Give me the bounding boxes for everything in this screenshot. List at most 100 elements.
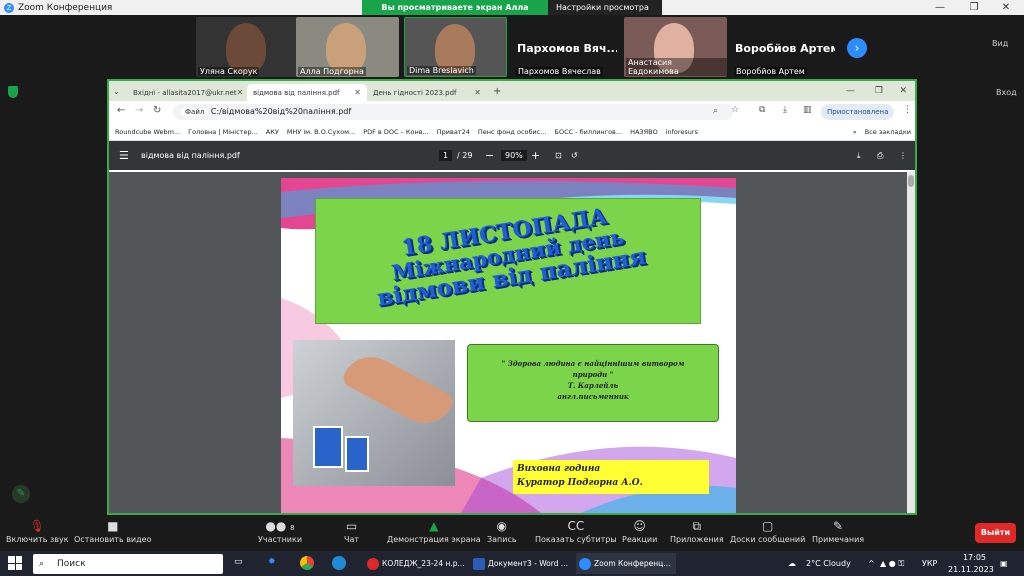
bookmark-item[interactable]: PDF в DOC – Конв... bbox=[363, 128, 429, 136]
copilot-icon[interactable]: ✸ bbox=[268, 557, 276, 567]
bookmark-item[interactable]: inforesurs bbox=[666, 128, 698, 136]
taskbar-app-zoom[interactable]: Zoom Конференц... bbox=[576, 553, 676, 574]
url-input[interactable]: Файл C:/відмова%20від%20паління.pdf bbox=[173, 104, 733, 120]
star-icon[interactable]: ☆ bbox=[731, 105, 739, 115]
bookmark-item[interactable]: Пенс фонд особис... bbox=[478, 128, 547, 136]
notifications-icon[interactable]: ▣ bbox=[1000, 551, 1008, 576]
chrome-icon[interactable] bbox=[300, 556, 314, 570]
reactions-button[interactable]: ☺ Реакции bbox=[622, 517, 657, 544]
participant-tile[interactable]: Уляна Скорук bbox=[196, 17, 299, 77]
close-icon[interactable]: ✕ bbox=[994, 0, 1018, 15]
quote-scroll: " Здорова людина є найціннішим витвором … bbox=[467, 344, 719, 422]
page-total: / 29 bbox=[457, 151, 473, 160]
record-button[interactable]: ◉ Запись bbox=[487, 517, 517, 544]
subtitles-button[interactable]: CC Показать субтитры bbox=[535, 517, 617, 544]
page-number-input[interactable]: 1 bbox=[439, 150, 453, 161]
pdf-viewport: 18 ЛИСТОПАДА Міжнародний день відмови ві… bbox=[109, 172, 915, 513]
new-tab-icon[interactable]: + bbox=[493, 86, 501, 97]
language-indicator[interactable]: УКР bbox=[922, 551, 937, 576]
participant-video bbox=[226, 23, 266, 73]
close-tab-icon[interactable]: ✕ bbox=[354, 88, 361, 97]
bookmark-item[interactable]: АКУ bbox=[266, 128, 279, 136]
participant-tile[interactable]: Пархомов Вяч... Пархомов Вячеслав bbox=[514, 17, 617, 77]
tray-icons[interactable]: ▲ ● ⚿ bbox=[880, 551, 904, 576]
maximize-icon[interactable]: ❐ bbox=[875, 86, 883, 96]
view-settings-dropdown[interactable]: Настройки просмотра bbox=[548, 0, 662, 15]
notes-button[interactable]: ✎ Примечания bbox=[812, 517, 864, 544]
all-bookmarks[interactable]: Все закладки bbox=[865, 128, 911, 136]
tab-search-icon[interactable]: ⌄ bbox=[113, 87, 127, 96]
unmute-button[interactable]: 🎙 Включить звук bbox=[6, 517, 69, 544]
profile-button[interactable]: Приостановлена bbox=[821, 104, 895, 120]
tab-inbox[interactable]: Вхідні - allasita2017@ukr.net ✕ bbox=[127, 84, 247, 101]
forward-icon[interactable]: → bbox=[135, 105, 143, 116]
bookmark-item[interactable]: БОСС - биллингов... bbox=[555, 128, 623, 136]
apps-icon: ⧉ bbox=[692, 519, 702, 533]
menu-icon[interactable]: ⋮ bbox=[903, 105, 912, 115]
weather-text[interactable]: 2°C Cloudy bbox=[806, 551, 851, 576]
extensions-icon[interactable]: ⧉ bbox=[759, 105, 765, 115]
weather-icon[interactable]: ☁ bbox=[788, 551, 796, 576]
opera-icon bbox=[367, 558, 379, 570]
download-icon[interactable]: ⤓ bbox=[783, 105, 787, 115]
reload-icon[interactable]: ↻ bbox=[153, 105, 161, 116]
leave-button[interactable]: Выйти bbox=[975, 523, 1016, 543]
pdf-more-icon[interactable]: ⋮ bbox=[899, 151, 907, 160]
tab-pdf-dignity[interactable]: День гідності 2023.pdf ✕ bbox=[367, 84, 487, 101]
next-page-icon[interactable]: › bbox=[847, 38, 867, 58]
apps-button[interactable]: ⧉ Приложения bbox=[670, 517, 724, 544]
browser-window: ⌄ Вхідні - allasita2017@ukr.net ✕ відмова… bbox=[107, 79, 917, 515]
share-screen-button[interactable]: ▲ Демонстрация экрана bbox=[387, 517, 481, 544]
edge-icon[interactable] bbox=[332, 556, 346, 570]
pdf-scrollbar[interactable] bbox=[907, 172, 915, 513]
maximize-icon[interactable]: ❐ bbox=[962, 0, 986, 15]
zoom-out-icon[interactable]: − bbox=[485, 149, 494, 162]
taskbar-search[interactable]: Поиск ⌕ bbox=[33, 554, 223, 574]
rotate-icon[interactable]: ↺ bbox=[571, 151, 578, 160]
participant-tile[interactable]: Алла Подгорна bbox=[296, 17, 399, 77]
close-window-icon[interactable]: ✕ bbox=[899, 86, 907, 96]
clock[interactable]: 17:05 21.11.2023 bbox=[948, 552, 994, 576]
bookmark-item[interactable]: НАЗЯВО bbox=[630, 128, 658, 136]
bookmark-item[interactable]: Головна | Міністер... bbox=[188, 128, 258, 136]
pdf-menu-icon[interactable]: ☰ bbox=[119, 149, 129, 162]
bookmark-item[interactable]: Приват24 bbox=[437, 128, 470, 136]
minimize-icon[interactable]: — bbox=[928, 0, 952, 15]
zoom-icon[interactable]: ⌕ bbox=[713, 106, 718, 116]
view-button[interactable]: Вид bbox=[992, 39, 1008, 48]
pen-icon[interactable]: ✎ bbox=[12, 485, 30, 503]
quote-line-1: " Здорова людина є найціннішим витвором bbox=[501, 359, 685, 368]
enter-button[interactable]: Вход bbox=[996, 88, 1017, 97]
sidepanel-icon[interactable]: ▥ bbox=[803, 105, 812, 115]
tab-pdf-active[interactable]: відмова від паління.pdf ✕ bbox=[247, 84, 367, 101]
bookmarks-overflow-icon[interactable]: » bbox=[853, 128, 857, 136]
back-icon[interactable]: ← bbox=[117, 105, 125, 116]
minimize-icon[interactable]: — bbox=[846, 86, 855, 96]
windows-start-icon[interactable] bbox=[8, 556, 22, 570]
stop-video-button[interactable]: ■ Остановить видео bbox=[74, 517, 151, 544]
chat-button[interactable]: ▭ Чат bbox=[344, 517, 359, 544]
bookmark-item[interactable]: МНУ ім. В.О.Сухом... bbox=[287, 128, 355, 136]
participants-button[interactable]: ●● 8 Участники bbox=[258, 517, 302, 544]
participant-tile[interactable]: Воробйов Артем Воробйов Артем bbox=[732, 17, 835, 77]
bookmark-item[interactable]: Roundcube Webm... bbox=[115, 128, 180, 136]
tray-chevron-icon[interactable]: ^ bbox=[868, 551, 875, 576]
close-tab-icon[interactable]: ✕ bbox=[237, 88, 244, 97]
fit-page-icon[interactable]: ⊡ bbox=[555, 151, 562, 160]
participant-name: Воробйов Артем bbox=[734, 67, 807, 76]
pdf-print-icon[interactable]: ⎙ bbox=[877, 151, 883, 161]
pdf-download-icon[interactable]: ⤓ bbox=[857, 151, 861, 161]
participant-tile[interactable]: Анастасия Евдокимова bbox=[624, 17, 727, 77]
zoom-level-input[interactable]: 90% bbox=[501, 150, 527, 161]
scroll-thumb[interactable] bbox=[908, 175, 914, 187]
taskbar-app-opera[interactable]: КОЛЕДЖ_23-24 н.р... bbox=[364, 553, 465, 574]
taskbar-app-word[interactable]: Документ3 - Word ... bbox=[470, 553, 570, 574]
control-label: Чат bbox=[344, 535, 360, 544]
word-icon bbox=[473, 558, 485, 570]
close-tab-icon[interactable]: ✕ bbox=[474, 88, 481, 97]
task-view-icon[interactable]: ▭ bbox=[234, 557, 243, 567]
whiteboards-button[interactable]: ▢ Доски сообщений bbox=[730, 517, 805, 544]
participant-tile-active[interactable]: Dima Breslavich bbox=[404, 17, 507, 77]
zoom-in-icon[interactable]: + bbox=[531, 149, 540, 162]
whiteboard-icon: ▢ bbox=[761, 519, 774, 533]
